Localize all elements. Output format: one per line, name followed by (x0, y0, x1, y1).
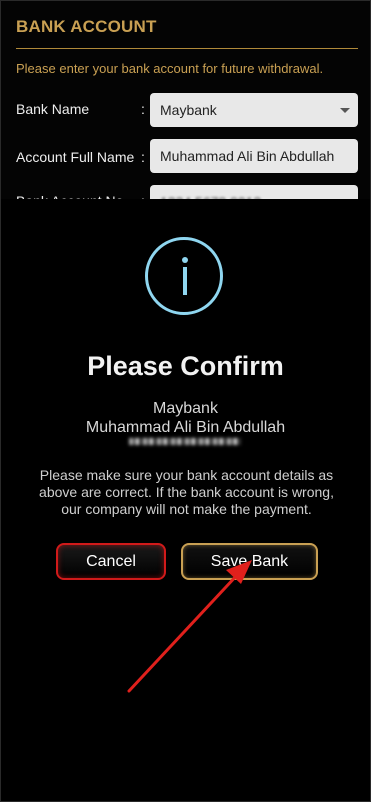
account-name-input[interactable]: Muhammad Ali Bin Abdullah (150, 139, 358, 173)
dialog-title: Please Confirm (87, 351, 284, 381)
masked-account-number (129, 438, 241, 445)
cancel-button[interactable]: Cancel (56, 543, 166, 580)
dialog-note: Please make sure your bank account detai… (39, 467, 334, 517)
chevron-down-icon (340, 108, 350, 113)
app-frame: BANK ACCOUNT Please enter your bank acco… (0, 0, 371, 802)
colon: : (141, 149, 145, 165)
colon: : (141, 101, 145, 117)
save-bank-button[interactable]: Save Bank (181, 543, 318, 580)
dialog-bank-name: Maybank (153, 400, 218, 417)
dialog-account-name: Muhammad Ali Bin Abdullah (85, 419, 286, 436)
account-name-label: Account Full Name (16, 149, 135, 165)
page-title: BANK ACCOUNT (16, 17, 157, 36)
form-description: Please enter your bank account for futur… (16, 61, 324, 76)
bank-name-label: Bank Name (16, 101, 90, 117)
info-icon (145, 237, 223, 315)
account-name-value: Muhammad Ali Bin Abdullah (160, 148, 335, 164)
bank-name-select[interactable]: Maybank (150, 93, 358, 127)
title-divider (16, 48, 358, 49)
bank-name-value: Maybank (160, 102, 217, 118)
